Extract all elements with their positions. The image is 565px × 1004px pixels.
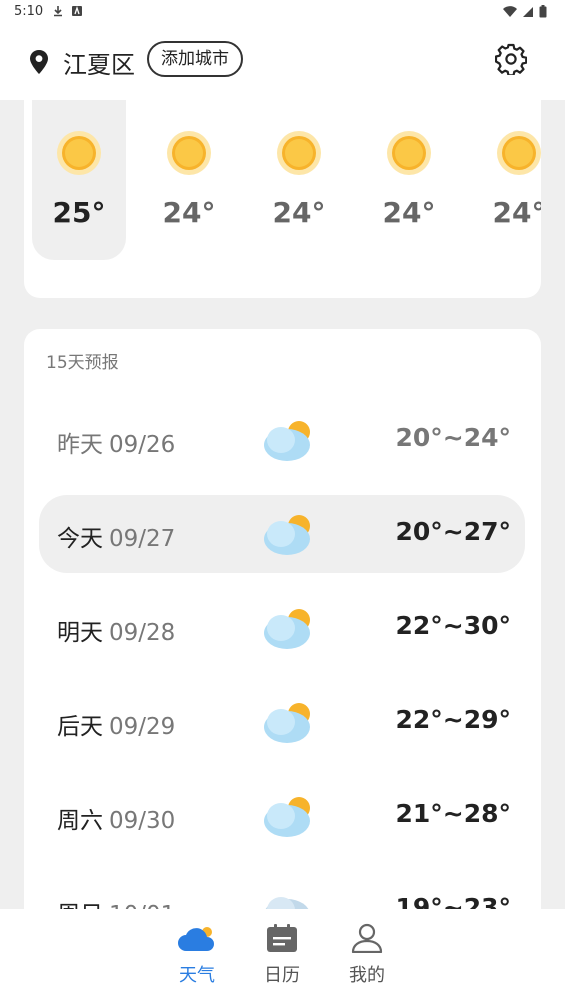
nav-calendar[interactable]: 日历 <box>247 923 317 987</box>
hour-item[interactable]: 24° <box>362 100 456 260</box>
sun-icon <box>57 131 101 175</box>
day-date: 09/26 <box>109 432 176 458</box>
forecast-row[interactable]: 明天 09/28 22°~30° <box>39 589 525 667</box>
day-name: 周六 <box>57 808 103 834</box>
day-date: 09/30 <box>109 808 176 834</box>
sun-icon <box>277 131 321 175</box>
sun-icon <box>497 131 541 175</box>
add-city-button[interactable]: 添加城市 <box>147 41 243 77</box>
partly-cloudy-icon <box>264 703 310 743</box>
wifi-icon <box>503 5 517 17</box>
hour-item[interactable]: 24° <box>252 100 346 260</box>
day-date: 09/28 <box>109 620 176 646</box>
battery-icon <box>539 5 547 18</box>
temp-range: 21°~28° <box>395 799 511 828</box>
temp-range: 22°~29° <box>395 705 511 734</box>
forecast-row-today[interactable]: 今天 09/27 20°~27° <box>39 495 525 573</box>
status-time: 5:10 <box>14 4 44 19</box>
hourly-forecast-card[interactable]: 25° 24° 24° 24° 24° <box>24 100 541 298</box>
partly-cloudy-icon <box>264 421 310 461</box>
city-name[interactable]: 江夏区 <box>63 45 135 80</box>
weather-cloud-icon <box>178 927 214 951</box>
signal-icon <box>523 6 533 17</box>
partly-cloudy-icon <box>264 609 310 649</box>
day-name: 后天 <box>57 714 103 740</box>
hour-item[interactable]: 25° <box>32 100 126 260</box>
partly-cloudy-icon <box>264 515 310 555</box>
sun-icon <box>387 131 431 175</box>
nav-weather[interactable]: 天气 <box>162 923 232 987</box>
sun-icon <box>167 131 211 175</box>
day-name: 今天 <box>57 526 103 552</box>
temp-range: 20°~24° <box>395 423 511 452</box>
hour-item[interactable]: 24° <box>472 100 541 260</box>
nav-mine-label: 我的 <box>349 965 385 986</box>
status-indicators <box>503 5 547 18</box>
hour-temp: 24° <box>382 196 436 229</box>
forecast-row[interactable]: 后天 09/29 22°~29° <box>39 683 525 761</box>
hour-item[interactable]: 24° <box>142 100 236 260</box>
forecast-title: 15天预报 <box>46 353 119 373</box>
user-icon <box>351 923 383 953</box>
day-date: 09/27 <box>109 526 176 552</box>
download-icon <box>54 6 62 17</box>
app-notification-icon <box>72 5 82 16</box>
temp-range: 20°~27° <box>395 517 511 546</box>
gear-icon[interactable] <box>495 43 527 75</box>
nav-mine[interactable]: 我的 <box>332 923 402 987</box>
day-name: 昨天 <box>57 432 103 458</box>
forecast-row[interactable]: 周六 09/30 21°~28° <box>39 777 525 855</box>
day-date: 09/29 <box>109 714 176 740</box>
nav-calendar-label: 日历 <box>264 965 300 986</box>
hour-temp: 24° <box>272 196 326 229</box>
daily-forecast-card[interactable]: 15天预报 昨天 09/26 20°~24° 今天 09/27 20°~27° 明天… <box>24 329 541 929</box>
forecast-row[interactable]: 昨天 09/26 20°~24° <box>39 401 525 479</box>
nav-weather-label: 天气 <box>179 965 215 986</box>
hour-temp: 24° <box>162 196 216 229</box>
hour-temp: 24° <box>492 196 541 229</box>
day-name: 明天 <box>57 620 103 646</box>
status-bar: 5:10 <box>0 0 565 24</box>
calendar-icon <box>267 924 297 952</box>
bottom-nav: 天气 日历 我的 <box>0 909 565 1004</box>
app-header: 江夏区 添加城市 <box>0 24 565 100</box>
location-pin-icon <box>30 50 48 74</box>
hour-temp: 25° <box>52 196 106 229</box>
partly-cloudy-icon <box>264 797 310 837</box>
temp-range: 22°~30° <box>395 611 511 640</box>
